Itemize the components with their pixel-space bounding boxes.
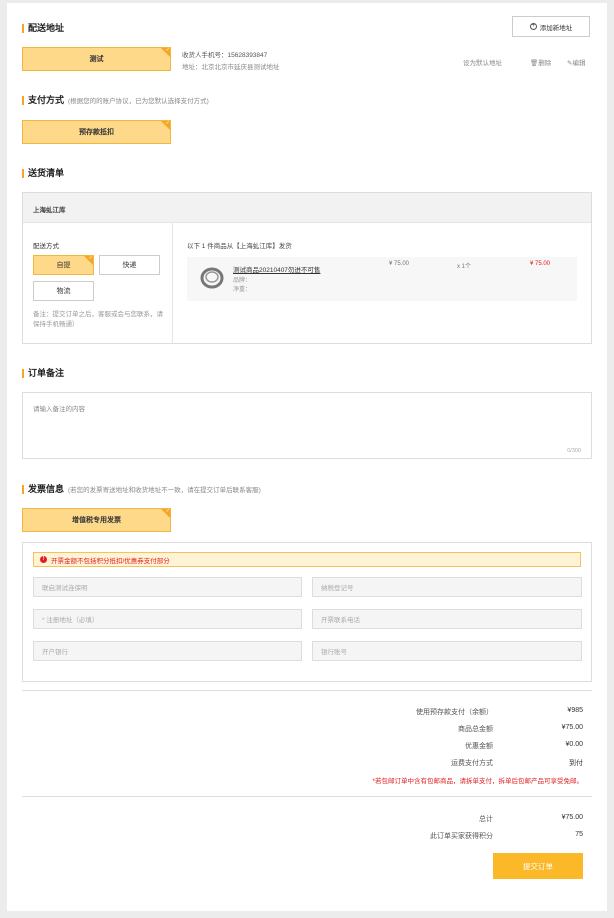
total-value: ¥75.00 [561,814,583,821]
product-name-link[interactable]: 测试商品20210407勿进不可售 [233,264,320,274]
summary-label: 运费支付方式 [451,760,493,767]
invoice-section-title: 发票信息 (若您的发票寄送地址和收货地址不一致，请在提交订单后联系客服) [22,484,261,496]
selected-check-icon [161,508,170,518]
divider [22,796,592,797]
bank-name-input[interactable]: 开户银行 [33,641,302,661]
edit-address-button[interactable]: ✎编辑 [567,57,585,67]
product-brand: 品牌： [233,278,252,284]
delivery-note: 备注：提交订单之后，客服或会与您联系，请保持手机畅通） [33,311,163,328]
points-value: 75 [575,831,583,838]
shipping-notice: *若包邮订单中含有包邮商品，请拆单支付，拆单后包邮产品可享受免邮。 [372,778,583,785]
remark-placeholder: 请输入备注的内容 [33,406,85,413]
invoice-warning: ! 开票金额不包括积分抵扣/优惠券支付部分 [33,552,581,567]
warehouse-name: 上海虬江库 [33,207,66,214]
divider [172,223,173,344]
tax-id-input[interactable]: 纳税登记号 [312,577,582,597]
plus-circle-icon: + [529,23,537,30]
bank-account-input[interactable]: 银行账号 [312,641,582,661]
invoice-phone-input[interactable]: 开票联系电话 [312,609,582,629]
address-detail: 地址：北京北京市延庆县测试地址 [182,64,280,71]
selected-check-icon [161,120,170,130]
payment-section-title: 支付方式 (根据您的的账户协议，已为您默认选择支付方式) [22,95,209,107]
summary-label: 使用预存款支付（余额） [416,709,493,716]
divider [22,690,592,691]
delivery-method-label: 配送方式 [33,243,59,250]
alert-icon: ! [40,556,47,563]
delivery-method-logistics[interactable]: 物流 [33,281,94,301]
delivery-section-title: 送货清单 [22,168,64,179]
total-label: 总计 [479,816,493,823]
summary-value: ¥985 [567,707,583,714]
product-unit-price: ¥ 75.00 [389,261,410,267]
registered-address-input[interactable]: * 注册地址（必填） [33,609,302,629]
product-row: 测试商品20210407勿进不可售 品牌： 净重： ¥ 75.00 x 1个 ¥… [187,257,577,301]
submit-order-button[interactable]: 提交订单 [493,853,583,879]
delivery-method-pickup[interactable]: 自提 [33,255,94,275]
summary-value: ¥75.00 [561,724,583,731]
summary-value: 到付 [569,760,583,767]
checkout-page: 配送地址 + 添加新地址 测试 收货人手机号：15628393847 地址：北京… [7,3,607,911]
product-image[interactable] [199,264,225,290]
selected-check-icon [161,47,170,57]
remark-section-title: 订单备注 [22,368,64,379]
summary-label: 优惠金额 [465,743,493,750]
ship-info: 以下 1 件商品从【上海虬江库】发货 [187,243,292,250]
warehouse-header: 上海虬江库 [23,193,591,223]
set-default-address-link[interactable]: 设为默认地址 [463,57,502,67]
delivery-method-express[interactable]: 快递 [99,255,160,275]
payment-method-selected[interactable]: 预存款抵扣 [22,120,171,144]
address-card-selected[interactable]: 测试 [22,47,171,71]
address-section-title: 配送地址 [22,23,64,34]
delivery-list-box: 上海虬江库 配送方式 自提 快递 物流 备注：提交订单之后，客服或会与您联系，请… [22,192,592,344]
summary-label: 商品总金额 [458,726,493,733]
add-address-button[interactable]: + 添加新地址 [512,16,590,37]
invoice-type-selected[interactable]: 增值税专用发票 [22,508,171,532]
address-phone: 收货人手机号：15628393847 [182,52,268,59]
summary-value: ¥0.00 [565,741,583,748]
points-label: 此订单买家获得积分 [430,833,493,840]
company-name-input[interactable]: 联启测试连保明 [33,577,302,597]
product-subtotal: ¥ 75.00 [530,261,551,267]
remark-textarea[interactable]: 请输入备注的内容 0/300 [22,392,592,459]
remark-char-count: 0/300 [567,448,581,454]
product-weight: 净重： [233,287,252,293]
delete-address-button[interactable]: 🗑删除 [530,57,551,67]
product-quantity: x 1个 [457,264,472,270]
invoice-form-box: ! 开票金额不包括积分抵扣/优惠券支付部分 联启测试连保明 纳税登记号 * 注册… [22,542,592,682]
selected-check-icon [84,255,93,265]
